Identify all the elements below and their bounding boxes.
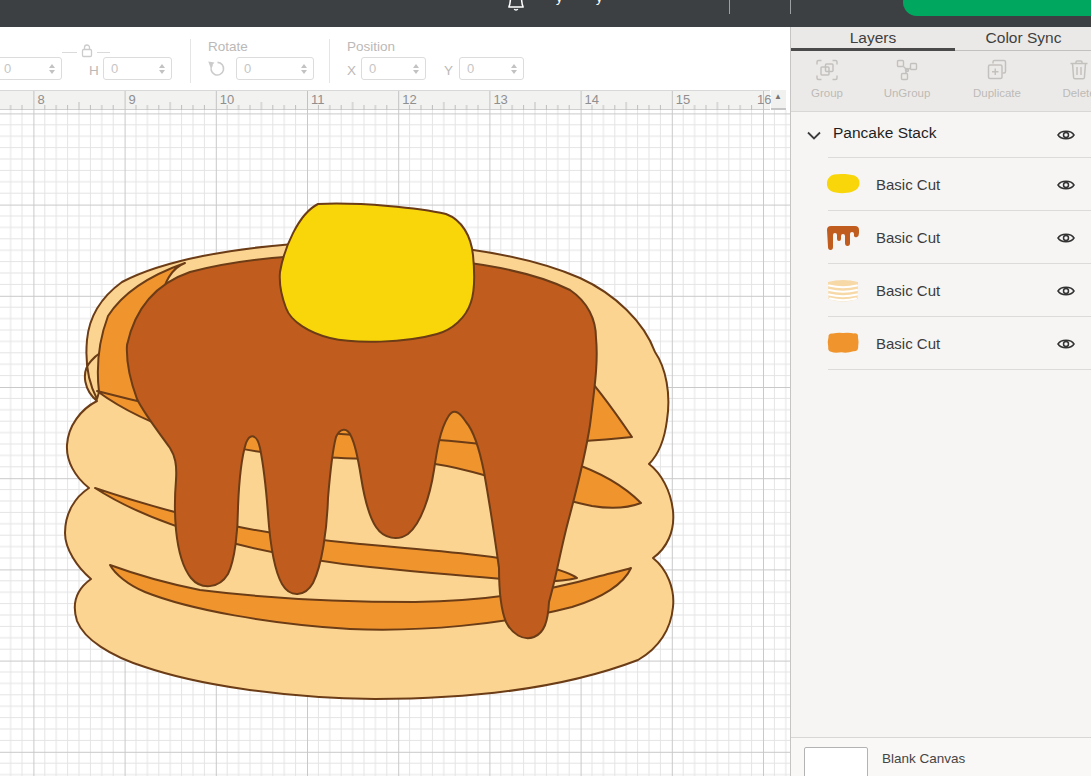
input-value: 0	[369, 61, 376, 76]
layer-row[interactable]: Basic Cut	[791, 158, 1091, 211]
notifications-bell-icon[interactable]	[505, 0, 527, 12]
group-button[interactable]: Group	[795, 51, 859, 112]
stepper-up-arrow-icon[interactable]	[413, 64, 419, 68]
ruler-number: 15	[676, 92, 690, 107]
layer-row[interactable]: Basic Cut	[791, 211, 1091, 264]
visibility-eye-icon[interactable]	[1056, 177, 1076, 193]
clipped-text-fragment: y y	[556, 0, 603, 5]
layer-type-label: Basic Cut	[876, 282, 940, 299]
layer-type-label: Basic Cut	[876, 335, 940, 352]
duplicate-icon	[985, 58, 1009, 82]
toolbar-divider	[190, 39, 191, 83]
blank-canvas-swatch[interactable]	[804, 747, 868, 776]
action-label: UnGroup	[875, 87, 939, 99]
ungroup-icon	[895, 58, 919, 82]
layer-list: Basic Cut Basic Cut Basic Cut Basic Cut	[791, 158, 1091, 370]
height-label: H	[89, 63, 99, 78]
ruler-number: 12	[402, 92, 416, 107]
canvas-selector: Blank Canvas	[791, 737, 1091, 776]
layer-thumbnail-pancake-lines	[824, 277, 862, 305]
layer-type-label: Basic Cut	[876, 229, 940, 246]
width-input[interactable]: 0	[0, 57, 62, 80]
lock-icon[interactable]	[79, 42, 95, 59]
edit-toolbar: 0 H 0 Rotate 0 Position X 0	[0, 27, 790, 90]
rotate-label: Rotate	[208, 39, 248, 54]
horizontal-ruler: 8 9 10 11 12 13 14 15 16	[0, 90, 770, 110]
pancake-stack-artwork[interactable]	[0, 110, 790, 776]
layer-group-row[interactable]: Pancake Stack	[791, 112, 1091, 158]
cricut-design-space: y y 0 H 0 Rotate 0	[0, 0, 1091, 776]
blank-canvas-label: Blank Canvas	[882, 751, 965, 766]
stepper-down-arrow-icon[interactable]	[301, 70, 307, 74]
layer-row[interactable]: Basic Cut	[791, 317, 1091, 370]
position-label: Position	[347, 39, 395, 54]
design-canvas[interactable]	[0, 110, 790, 776]
delete-icon	[1067, 58, 1091, 82]
action-label: Delete	[1047, 87, 1091, 99]
input-value: 0	[467, 61, 474, 76]
stepper-down-arrow-icon[interactable]	[413, 70, 419, 74]
stepper-down-arrow-icon[interactable]	[49, 70, 55, 74]
make-it-button[interactable]	[903, 0, 1091, 16]
ruler-number: 13	[493, 92, 507, 107]
ruler-number: 16	[757, 92, 771, 107]
position-y-label: Y	[444, 63, 453, 78]
group-icon	[815, 58, 839, 82]
tab-layers[interactable]: Layers	[791, 27, 955, 51]
visibility-eye-icon[interactable]	[1056, 230, 1076, 246]
stepper-down-arrow-icon[interactable]	[511, 70, 517, 74]
width-stepper[interactable]	[48, 64, 55, 74]
position-x-label: X	[347, 63, 356, 78]
layer-thumbnail-butter	[824, 171, 862, 199]
rotate-input[interactable]: 0	[236, 57, 314, 80]
rotate-stepper[interactable]	[300, 64, 307, 74]
delete-button[interactable]: Delete	[1047, 51, 1091, 112]
panel-tabs: Layers Color Sync	[791, 27, 1091, 51]
layer-row[interactable]: Basic Cut	[791, 264, 1091, 317]
stepper-up-arrow-icon[interactable]	[511, 64, 517, 68]
position-x-stepper[interactable]	[412, 64, 419, 74]
height-stepper[interactable]	[158, 64, 165, 74]
ruler-number: 14	[585, 92, 599, 107]
position-x-input[interactable]: 0	[361, 57, 426, 80]
ruler-number: 10	[220, 92, 234, 107]
input-value: 0	[244, 61, 251, 76]
lock-bracket-line	[62, 52, 77, 53]
top-app-bar: y y	[0, 0, 1091, 27]
topbar-separator	[790, 0, 791, 14]
butter	[280, 204, 475, 342]
lock-bracket-line	[97, 52, 110, 53]
rotate-icon[interactable]	[206, 60, 227, 81]
layer-thumbnail-syrup	[824, 224, 862, 252]
action-label: Group	[795, 87, 859, 99]
stepper-up-arrow-icon[interactable]	[301, 64, 307, 68]
toolbar-divider	[329, 39, 330, 83]
layers-panel: Layers Color Sync Group UnGroup Duplicate D…	[790, 27, 1091, 776]
visibility-eye-icon[interactable]	[1056, 336, 1076, 352]
stepper-up-arrow-icon[interactable]	[159, 64, 165, 68]
position-y-stepper[interactable]	[510, 64, 517, 74]
chevron-down-icon[interactable]	[807, 131, 821, 140]
layer-type-label: Basic Cut	[876, 176, 940, 193]
ruler-number: 8	[37, 92, 44, 107]
ungroup-button[interactable]: UnGroup	[875, 51, 939, 112]
stepper-up-arrow-icon[interactable]	[49, 64, 55, 68]
tab-color-sync[interactable]: Color Sync	[955, 27, 1091, 51]
input-value: 0	[4, 61, 11, 76]
visibility-eye-icon[interactable]	[1056, 283, 1076, 299]
duplicate-button[interactable]: Duplicate	[965, 51, 1029, 112]
ruler-number: 9	[129, 92, 136, 107]
position-y-input[interactable]: 0	[459, 57, 524, 80]
scroll-up-arrow[interactable]: ▲	[774, 92, 782, 101]
layer-thumbnail-pancake-blob	[824, 330, 862, 358]
action-label: Duplicate	[965, 87, 1029, 99]
layer-actions: Group UnGroup Duplicate Delete	[791, 51, 1091, 112]
visibility-eye-icon[interactable]	[1056, 127, 1076, 143]
input-value: 0	[111, 61, 118, 76]
stepper-down-arrow-icon[interactable]	[159, 70, 165, 74]
topbar-separator	[729, 0, 730, 14]
group-title: Pancake Stack	[833, 124, 936, 142]
ruler-number: 11	[311, 92, 325, 107]
height-input[interactable]: 0	[103, 57, 172, 80]
